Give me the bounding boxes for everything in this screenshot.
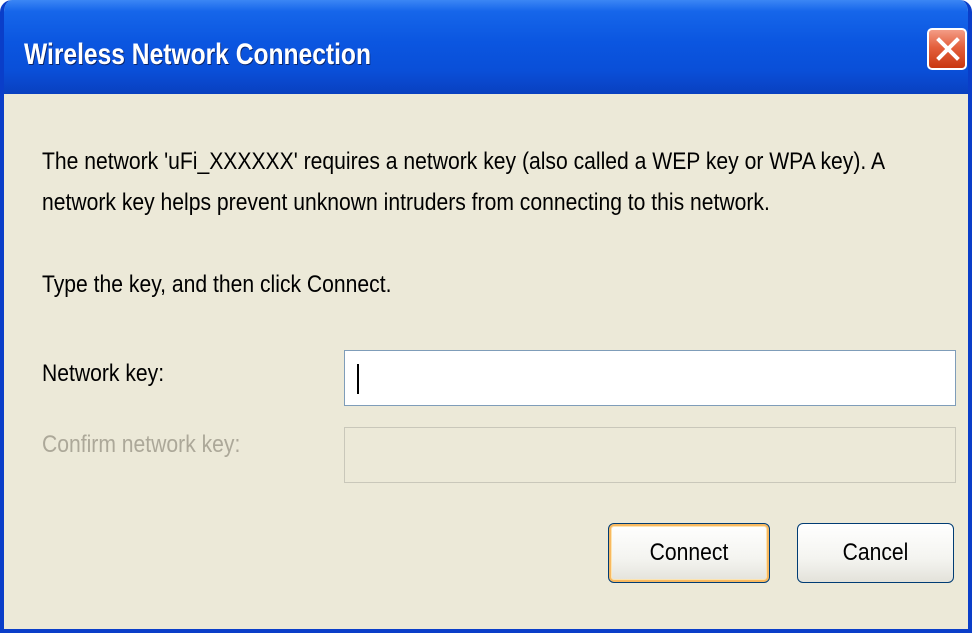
dialog-window: Wireless Network Connection The network … xyxy=(0,0,972,633)
connect-button-label: Connect xyxy=(649,539,729,566)
confirm-network-key-label: Confirm network key: xyxy=(42,431,241,458)
cancel-button-label: Cancel xyxy=(842,539,909,566)
window-title: Wireless Network Connection xyxy=(24,38,371,71)
cancel-button[interactable]: Cancel xyxy=(797,523,954,583)
confirm-network-key-input xyxy=(344,427,956,483)
text-caret xyxy=(357,364,359,394)
connect-button[interactable]: Connect xyxy=(608,523,770,583)
close-icon xyxy=(936,37,960,61)
instruction-text: Type the key, and then click Connect. xyxy=(42,271,392,298)
title-bar[interactable]: Wireless Network Connection xyxy=(4,0,968,94)
network-key-input[interactable] xyxy=(344,350,956,406)
network-key-label: Network key: xyxy=(42,360,165,387)
message-line-2: network key helps prevent unknown intrud… xyxy=(42,189,770,216)
message-line-1: The network 'uFi_XXXXXX' requires a netw… xyxy=(42,148,886,175)
close-button[interactable] xyxy=(927,28,967,70)
